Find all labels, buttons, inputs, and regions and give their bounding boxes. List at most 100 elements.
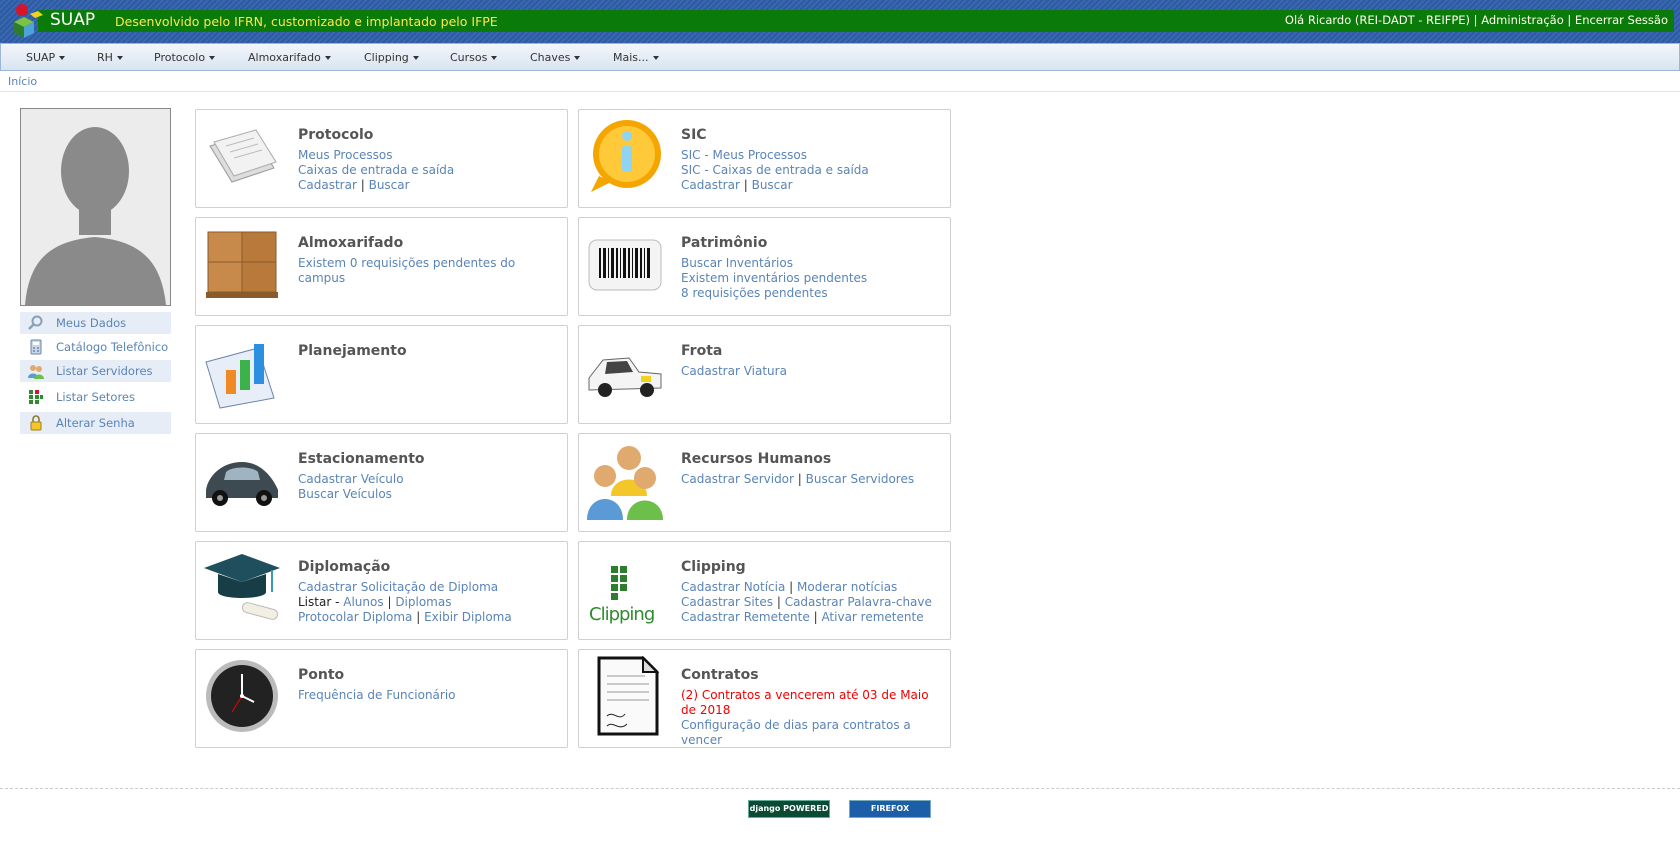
sectors-icon: [29, 390, 43, 404]
sidebar-item-catalogo[interactable]: Catálogo Telefônico: [20, 336, 171, 358]
contract-icon: [597, 656, 660, 736]
sic-caixas-link[interactable]: SIC - Caixas de entrada e saída: [681, 163, 943, 178]
logout-link[interactable]: Encerrar Sessão: [1575, 13, 1668, 27]
caret-down-icon: [324, 56, 331, 60]
card-clipping: Clipping Clipping Cadastrar Notícia | Mo…: [578, 541, 951, 640]
top-header: SUAP Desenvolvido pelo IFRN, customizado…: [0, 0, 1680, 43]
avatar: [20, 108, 171, 306]
buscar-inventarios-link[interactable]: Buscar Inventários: [681, 256, 943, 271]
menu-cursos[interactable]: Cursos: [450, 51, 498, 64]
sidebar-item-setores[interactable]: Listar Setores: [20, 386, 171, 408]
card-diplomacao: Diplomação Cadastrar Solicitação de Dipl…: [195, 541, 568, 640]
card-estacionamento: Estacionamento Cadastrar Veículo Buscar …: [195, 433, 568, 532]
card-sic: SIC SIC - Meus Processos SIC - Caixas de…: [578, 109, 951, 208]
menu-mais[interactable]: Mais...: [613, 51, 659, 64]
buscar-link[interactable]: Buscar: [369, 178, 410, 192]
sidebar-item-servidores[interactable]: Listar Servidores: [20, 360, 171, 382]
alunos-link[interactable]: Alunos: [343, 595, 383, 609]
exibir-diploma-link[interactable]: Exibir Diploma: [424, 610, 512, 624]
caret-down-icon: [209, 56, 216, 60]
cadastrar-link[interactable]: Cadastrar: [298, 178, 357, 192]
caret-down-icon: [491, 56, 498, 60]
card-title: SIC: [681, 127, 707, 143]
cadastrar-servidor-link[interactable]: Cadastrar Servidor: [681, 472, 794, 486]
caret-down-icon: [652, 56, 659, 60]
moderar-noticias-link[interactable]: Moderar notícias: [797, 580, 897, 594]
card-title: Diplomação: [298, 559, 391, 575]
card-title: Patrimônio: [681, 235, 768, 251]
frequencia-link[interactable]: Frequência de Funcionário: [298, 688, 560, 703]
cadastrar-solicitacao-link[interactable]: Cadastrar Solicitação de Diploma: [298, 580, 560, 595]
caret-down-icon: [116, 56, 123, 60]
caret-down-icon: [574, 56, 581, 60]
firefox-badge[interactable]: FIREFOX: [849, 800, 931, 818]
cadastrar-sites-link[interactable]: Cadastrar Sites: [681, 595, 773, 609]
protocolar-diploma-link[interactable]: Protocolar Diploma: [298, 610, 412, 624]
menu-protocolo[interactable]: Protocolo: [154, 51, 216, 64]
menu-chaves[interactable]: Chaves: [530, 51, 581, 64]
django-badge[interactable]: django POWERED: [748, 800, 830, 818]
caixas-link[interactable]: Caixas de entrada e saída: [298, 163, 560, 178]
card-recursos-humanos: Recursos Humanos Cadastrar Servidor | Bu…: [578, 433, 951, 532]
card-protocolo: Protocolo Meus Processos Caixas de entra…: [195, 109, 568, 208]
tagline: Desenvolvido pelo IFRN, customizado e im…: [115, 14, 498, 29]
card-patrimonio: Patrimônio Buscar Inventários Existem in…: [578, 217, 951, 316]
cadastrar-remetente-link[interactable]: Cadastrar Remetente: [681, 610, 810, 624]
inventarios-pendentes-link[interactable]: Existem inventários pendentes: [681, 271, 943, 286]
caret-down-icon: [59, 56, 66, 60]
magnifier-icon: [28, 315, 43, 330]
users-icon: [28, 365, 44, 379]
cadastrar-veiculo-link[interactable]: Cadastrar Veículo: [298, 472, 560, 487]
menu-suap[interactable]: SUAP: [26, 51, 66, 64]
graduation-cap-icon: [204, 554, 280, 620]
configuracao-dias-link[interactable]: Configuração de dias para contratos a ve…: [681, 718, 943, 748]
user-greeting: Olá Ricardo (REI-DADT - REIFPE): [1284, 13, 1471, 27]
requisicoes-pendentes-link[interactable]: 8 requisições pendentes: [681, 286, 943, 301]
chart-icon: [205, 344, 275, 409]
card-almoxarifado: Almoxarifado Existem 0 requisições pende…: [195, 217, 568, 316]
cadastrar-viatura-link[interactable]: Cadastrar Viatura: [681, 364, 943, 379]
ativar-remetente-link[interactable]: Ativar remetente: [821, 610, 923, 624]
car-icon: [206, 462, 278, 506]
buscar-veiculos-link[interactable]: Buscar Veículos: [298, 487, 560, 502]
menu-almoxarifado[interactable]: Almoxarifado: [248, 51, 331, 64]
divider: [0, 91, 1680, 92]
footer-divider: [0, 788, 1680, 789]
caret-down-icon: [412, 56, 419, 60]
card-planejamento: Planejamento: [195, 325, 568, 424]
menu-rh[interactable]: RH: [97, 51, 123, 64]
avatar-silhouette-icon: [21, 109, 170, 305]
card-contratos: Contratos (2) Contratos a vencerem até 0…: [578, 649, 951, 748]
card-title: Contratos: [681, 667, 759, 683]
requisicoes-link[interactable]: Existem 0 requisições pendentes do campu…: [298, 256, 560, 286]
phone-icon: [30, 339, 42, 355]
menu-clipping[interactable]: Clipping: [364, 51, 419, 64]
card-title: Recursos Humanos: [681, 451, 832, 467]
sic-processos-link[interactable]: SIC - Meus Processos: [681, 148, 943, 163]
breadcrumb-inicio[interactable]: Início: [8, 75, 37, 88]
suap-logo-icon[interactable]: [10, 2, 44, 40]
admin-link[interactable]: Administração: [1481, 13, 1564, 27]
documents-icon: [209, 129, 277, 183]
buscar-link[interactable]: Buscar: [752, 178, 793, 192]
diplomas-link[interactable]: Diplomas: [395, 595, 451, 609]
sidebar-item-alterar-senha[interactable]: Alterar Senha: [20, 412, 171, 434]
info-icon: [591, 120, 661, 192]
boxes-icon: [206, 231, 278, 298]
clock-icon: [206, 660, 278, 732]
buscar-servidores-link[interactable]: Buscar Servidores: [806, 472, 914, 486]
card-title: Frota: [681, 343, 723, 359]
card-ponto: Ponto Frequência de Funcionário: [195, 649, 568, 748]
sidebar-item-meus-dados[interactable]: Meus Dados: [20, 312, 171, 334]
cadastrar-palavra-chave-link[interactable]: Cadastrar Palavra-chave: [785, 595, 932, 609]
barcode-icon: [588, 239, 662, 291]
cadastrar-link[interactable]: Cadastrar: [681, 178, 740, 192]
main-menu: SUAP RH Protocolo Almoxarifado Clipping …: [0, 43, 1680, 71]
app-name[interactable]: SUAP: [50, 10, 95, 30]
contracts-expiring-alert[interactable]: (2) Contratos a vencerem até 03 de Maio …: [681, 688, 943, 718]
people-icon: [587, 446, 663, 520]
meus-processos-link[interactable]: Meus Processos: [298, 148, 560, 163]
cadastrar-noticia-link[interactable]: Cadastrar Notícia: [681, 580, 785, 594]
card-title: Estacionamento: [298, 451, 425, 467]
card-title: Ponto: [298, 667, 345, 683]
